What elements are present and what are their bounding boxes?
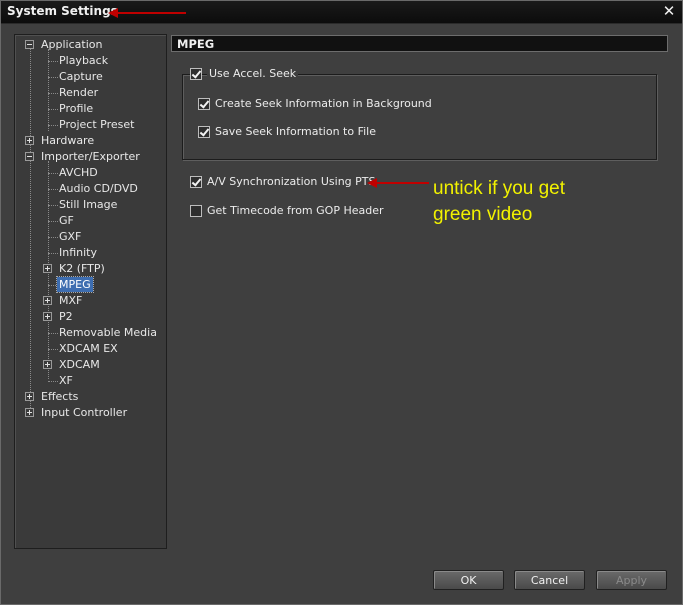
apply-button[interactable]: Apply xyxy=(596,570,667,590)
expand-icon[interactable] xyxy=(43,296,52,305)
accel-seek-group xyxy=(182,74,657,160)
cancel-button[interactable]: Cancel xyxy=(514,570,585,590)
checkbox-checked[interactable] xyxy=(198,126,210,138)
annotation-line-2: green video xyxy=(433,204,533,225)
expand-icon[interactable] xyxy=(43,264,52,273)
expand-icon[interactable] xyxy=(43,360,52,369)
checkbox-checked[interactable] xyxy=(190,176,202,188)
checkbox-checked[interactable] xyxy=(198,98,210,110)
expand-icon[interactable] xyxy=(25,408,34,417)
panel-header: MPEG xyxy=(171,35,668,52)
expand-icon[interactable] xyxy=(43,312,52,321)
tree-guide-line xyxy=(30,49,31,416)
checkbox-unchecked[interactable] xyxy=(190,205,202,217)
checkbox-checked[interactable] xyxy=(190,68,202,80)
expand-icon[interactable] xyxy=(25,392,34,401)
system-settings-window: System Settings ✕ Application Playback C… xyxy=(0,0,683,605)
close-icon[interactable]: ✕ xyxy=(661,3,677,19)
collapse-icon[interactable] xyxy=(25,40,34,49)
ok-button[interactable]: OK xyxy=(433,570,504,590)
collapse-icon[interactable] xyxy=(25,152,34,161)
settings-tree[interactable]: Application Playback Capture Render Prof… xyxy=(14,34,167,549)
title-bar[interactable]: System Settings ✕ xyxy=(1,1,682,24)
window-title: System Settings xyxy=(7,4,118,18)
annotation-line-1: untick if you get xyxy=(433,178,566,199)
annotation-arrow-title xyxy=(108,8,186,18)
annotation-arrow-av-sync xyxy=(367,178,429,188)
annotation-note: untick if you get green video xyxy=(433,176,565,228)
expand-icon[interactable] xyxy=(25,136,34,145)
